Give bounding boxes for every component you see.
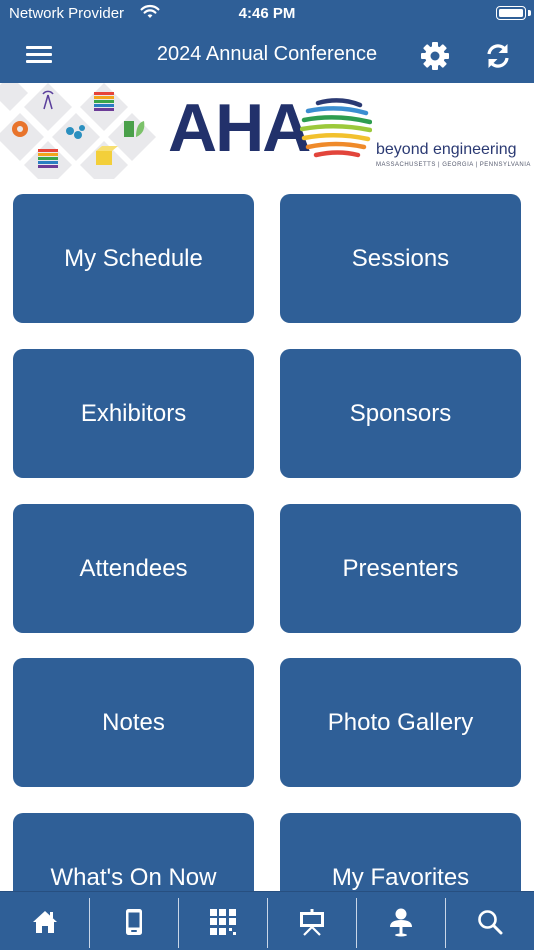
attendees-tile[interactable]: Attendees bbox=[13, 504, 254, 633]
nav-bar: 2024 Annual Conference bbox=[0, 28, 534, 83]
status-bar: Network Provider 4:46 PM bbox=[0, 0, 534, 28]
tab-home[interactable] bbox=[0, 892, 89, 950]
page-title: 2024 Annual Conference bbox=[156, 43, 378, 65]
bottom-tab-bar bbox=[0, 891, 534, 950]
gear-icon bbox=[421, 42, 449, 70]
battery-tip bbox=[528, 10, 531, 16]
sessions-tile[interactable]: Sessions bbox=[280, 194, 521, 323]
exhibitors-tile[interactable]: Exhibitors bbox=[13, 349, 254, 478]
qr-code-icon bbox=[209, 908, 236, 935]
tab-search[interactable] bbox=[445, 892, 534, 950]
tab-phone[interactable] bbox=[89, 892, 178, 950]
tab-speakers[interactable] bbox=[356, 892, 445, 950]
presentation-easel-icon bbox=[299, 908, 324, 936]
search-icon bbox=[477, 909, 502, 934]
tab-qr-code[interactable] bbox=[178, 892, 267, 950]
photo-gallery-tile[interactable]: Photo Gallery bbox=[280, 658, 521, 787]
sponsors-tile[interactable]: Sponsors bbox=[280, 349, 521, 478]
my-schedule-tile[interactable]: My Schedule bbox=[13, 194, 254, 323]
conference-banner: AHA beyond engineering MASSACHUSETTS | G… bbox=[0, 83, 534, 179]
aha-logo: AHA bbox=[168, 90, 311, 166]
battery-icon bbox=[496, 6, 526, 20]
home-icon bbox=[32, 910, 57, 933]
whats-on-now-tile[interactable]: What's On Now bbox=[13, 813, 254, 891]
presenters-tile[interactable]: Presenters bbox=[280, 504, 521, 633]
refresh-icon bbox=[487, 44, 509, 68]
clock: 4:46 PM bbox=[238, 5, 296, 22]
menu-tile-grid: My Schedule Sessions Exhibitors Sponsors… bbox=[0, 179, 534, 891]
banner-states: MASSACHUSETTS | GEORGIA | PENNSYLVANIA bbox=[376, 162, 531, 168]
settings-button[interactable] bbox=[418, 39, 452, 73]
speaker-person-icon bbox=[389, 908, 412, 936]
notes-tile[interactable]: Notes bbox=[13, 658, 254, 787]
aha-swoosh-logo bbox=[300, 98, 372, 158]
my-favorites-tile[interactable]: My Favorites bbox=[280, 813, 521, 891]
banner-tagline: beyond engineering bbox=[376, 141, 517, 158]
phone-icon bbox=[125, 908, 142, 935]
tab-presentations[interactable] bbox=[267, 892, 356, 950]
industry-diamonds-graphic bbox=[0, 83, 156, 179]
refresh-button[interactable] bbox=[481, 39, 515, 73]
